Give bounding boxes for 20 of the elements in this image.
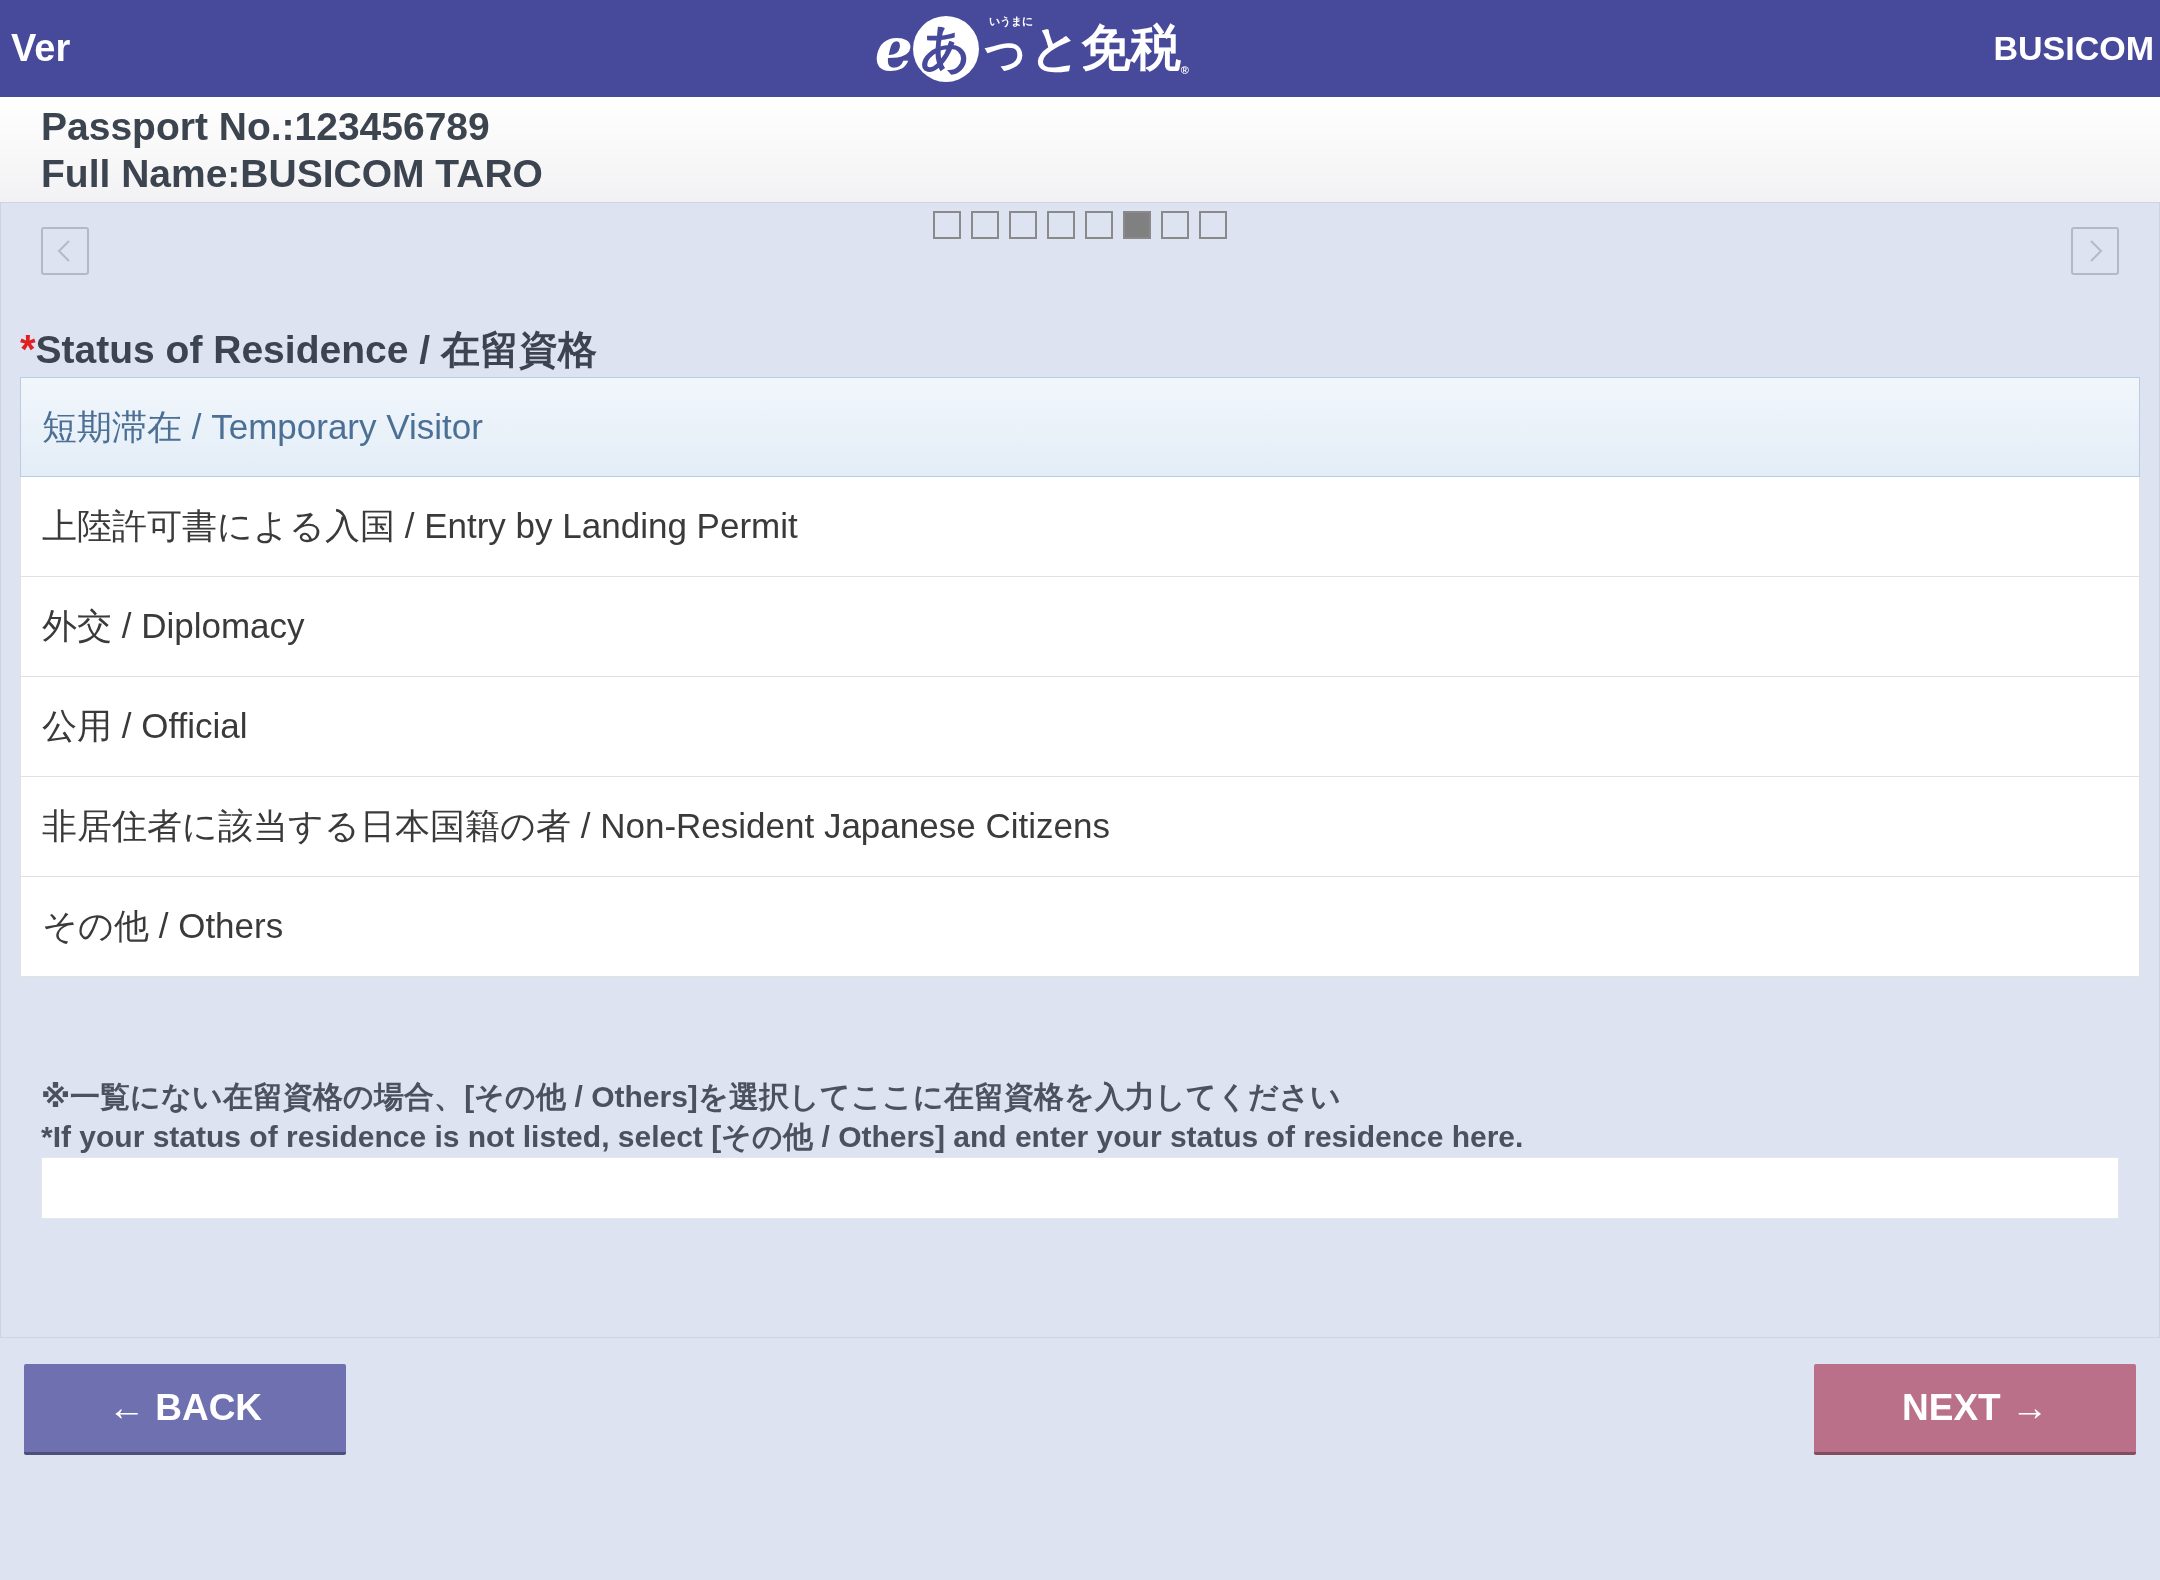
back-button[interactable]: ← BACK	[24, 1364, 346, 1455]
option-item[interactable]: 短期滞在 / Temporary Visitor	[20, 377, 2140, 477]
option-item[interactable]: 上陸許可書による入国 / Entry by Landing Permit	[20, 477, 2140, 577]
input-field[interactable]	[41, 1157, 2119, 1219]
question-title: Status of Residence / 在留資格	[35, 327, 597, 373]
note-text: ※一覧にない在留資格の場合、[その他 / Others]を選択してここに在留資格を入力してください	[41, 1079, 1342, 1115]
version-label: Ver	[11, 27, 71, 70]
next-icon[interactable]	[2071, 227, 2119, 275]
option-item[interactable]: その他 / Others	[20, 877, 2140, 977]
brand-name: BUSICOM	[1993, 29, 2154, 68]
passenger-info: Full Name:BUSICOM TARO	[41, 150, 544, 197]
option-item[interactable]: 非居住者に該当する日本国籍の者 / Non-Resident Japanese Citizens	[20, 777, 2140, 877]
previous-icon[interactable]	[41, 227, 89, 275]
required-mark: *	[20, 327, 36, 372]
note-text: *If your status of residence is not listed, select [その他 / Others] and enter your status of residence here.	[41, 1119, 1525, 1155]
option-item[interactable]: 外交 / Diplomacy	[20, 577, 2140, 677]
option-item[interactable]: 公用 / Official	[20, 677, 2140, 777]
passenger-info: Passport No.:123456789	[41, 103, 491, 150]
logo: e あ っと免税 いうまに ®	[874, 13, 1189, 84]
next-button[interactable]: NEXT →	[1814, 1364, 2136, 1455]
